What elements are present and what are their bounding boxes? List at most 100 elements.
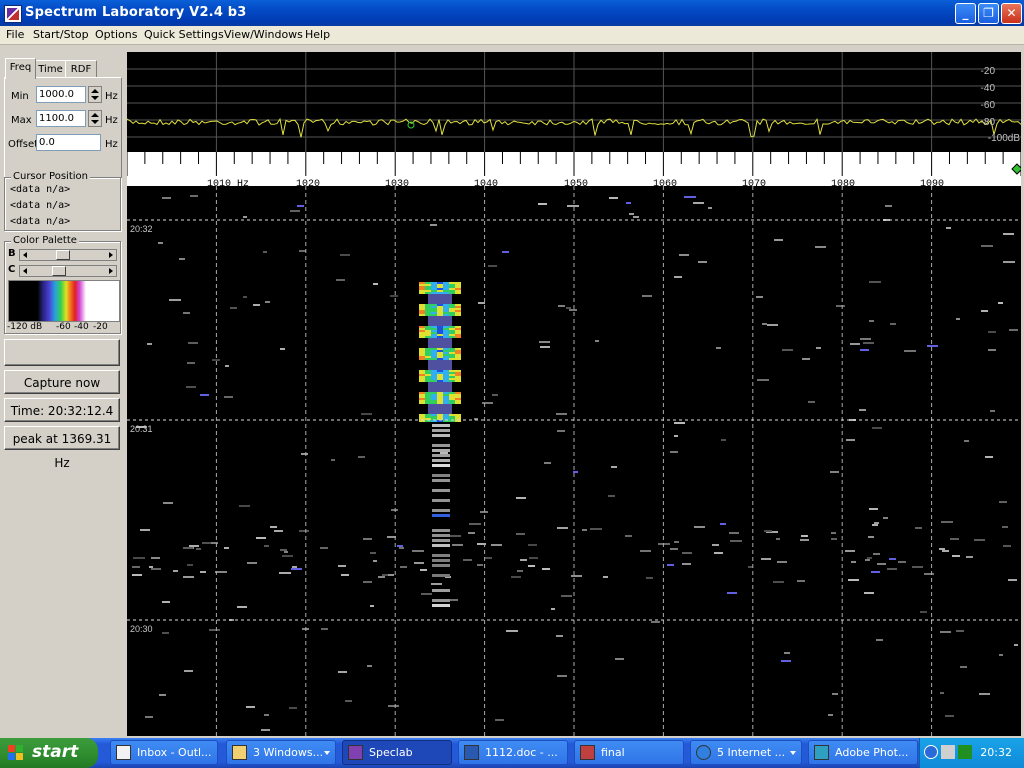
freq-label-1010: 1010 Hz [207, 179, 249, 190]
start-button[interactable]: start [0, 738, 98, 768]
noise-pixel [282, 555, 293, 557]
start-label: start [32, 742, 79, 762]
palette-scale-20: -20 [93, 322, 108, 332]
offset-input[interactable]: 0.0 [36, 134, 101, 151]
task-internet-explorer[interactable]: 5 Internet ... [690, 740, 802, 765]
signal-pixel [425, 352, 431, 354]
noise-pixel [640, 550, 651, 552]
signal-pixel [443, 282, 449, 284]
signal-pixel [425, 348, 431, 350]
tab-freq[interactable]: Freq [5, 58, 36, 79]
signal-pixel [437, 354, 443, 356]
brightness-slider[interactable] [19, 249, 117, 261]
signal-pixel [432, 459, 450, 462]
signal-pixel [428, 390, 452, 392]
noise-pixel [179, 258, 185, 260]
menu-view-windows[interactable]: View/Windows [224, 28, 303, 41]
spectrum-waterfall-canvas[interactable]: -20 -40 -60 -80 -100dB 1010 Hz 1020 1030… [126, 52, 1023, 736]
signal-pixel [443, 370, 449, 372]
task-word-doc[interactable]: 1112.doc - ... [458, 740, 568, 765]
control-panel: Freq Time RDF Min 1000.0 Hz Max 1100.0 H… [0, 52, 124, 736]
signal-pixel [428, 302, 452, 304]
signal-pixel [428, 300, 452, 302]
signal-pixel [443, 332, 449, 334]
min-freq-spinner[interactable] [88, 86, 102, 103]
task-inbox-outlook[interactable]: Inbox - Outl... [110, 740, 218, 765]
signal-pixel [419, 314, 425, 316]
signal-pixel [449, 334, 455, 336]
noise-pixel [915, 527, 922, 529]
menu-help[interactable]: Help [305, 28, 330, 41]
app-icon[interactable] [4, 5, 22, 23]
time-display-button[interactable]: Time: 20:32:12.4 [4, 398, 120, 422]
noise-pixel [538, 203, 547, 205]
freq-label-1080: 1080 [831, 179, 855, 190]
palette-scale-60: -60 [56, 322, 71, 332]
noise-pixel [757, 379, 769, 381]
signal-pixel [425, 282, 431, 284]
menu-options[interactable]: Options [95, 28, 137, 41]
signal-pixel [419, 402, 425, 404]
noise-pixel [567, 205, 579, 207]
signal-pixel [449, 416, 455, 418]
signal-pixel [431, 292, 437, 294]
signal-pixel [425, 336, 431, 338]
menu-file[interactable]: File [6, 28, 24, 41]
minimize-button[interactable]: _ [955, 3, 976, 24]
signal-pixel [419, 378, 425, 380]
noise-pixel [363, 538, 372, 540]
noise-pixel [336, 279, 345, 281]
brightness-slider-thumb[interactable] [56, 250, 70, 260]
task-speclab[interactable]: Speclab [342, 740, 452, 765]
menu-start-stop[interactable]: Start/Stop [33, 28, 89, 41]
signal-pixel [437, 350, 443, 352]
noise-pixel [540, 346, 550, 348]
spectrum-display[interactable]: -20 -40 -60 -80 -100dB 1010 Hz 1020 1030… [126, 52, 1023, 736]
noise-pixel [877, 563, 886, 565]
tray-app-icon[interactable] [958, 745, 972, 759]
noise-pixel [802, 358, 810, 360]
tab-rdf[interactable]: RDF [65, 60, 97, 78]
signal-pixel [425, 392, 431, 394]
max-freq-spinner[interactable] [88, 110, 102, 127]
signal-pixel [428, 342, 452, 344]
noise-pixel [782, 349, 793, 351]
task-adobe-photoshop[interactable]: Adobe Phot... [808, 740, 918, 765]
noise-pixel [452, 544, 463, 546]
signal-pixel [428, 320, 452, 322]
signal-pixel [455, 372, 461, 374]
noise-pixel [321, 628, 328, 630]
contrast-slider-thumb[interactable] [52, 266, 66, 276]
peak-display-button[interactable]: peak at 1369.31 Hz [4, 426, 120, 470]
min-freq-input[interactable]: 1000.0 [36, 86, 86, 103]
menu-quick-settings[interactable]: Quick Settings [144, 28, 224, 41]
task-windows-group[interactable]: 3 Windows... [226, 740, 336, 765]
db-label-20: -20 [981, 66, 996, 77]
signal-pixel [455, 356, 461, 358]
noise-pixel [801, 535, 808, 537]
noise-pixel [388, 705, 399, 707]
signal-pixel [431, 348, 437, 350]
close-button[interactable]: ✕ [1001, 3, 1022, 24]
noise-pixel [698, 261, 707, 263]
task-final[interactable]: final [574, 740, 684, 765]
noise-pixel [670, 548, 678, 550]
blank-button[interactable] [4, 339, 120, 366]
signal-pixel [428, 412, 452, 414]
tab-time[interactable]: Time [35, 60, 66, 78]
noise-pixel [502, 251, 509, 253]
network-icon[interactable] [941, 745, 955, 759]
photoshop-icon [814, 745, 829, 760]
max-freq-input[interactable]: 1100.0 [36, 110, 86, 127]
tray-expand-icon[interactable] [924, 745, 938, 759]
noise-pixel [297, 205, 304, 207]
signal-pixel [443, 372, 449, 374]
contrast-slider[interactable] [19, 265, 117, 277]
restore-button[interactable]: ❐ [978, 3, 999, 24]
color-palette-bar[interactable] [8, 280, 120, 322]
noise-pixel [387, 536, 396, 538]
noise-pixel [727, 592, 737, 594]
noise-pixel [885, 205, 892, 207]
noise-pixel [516, 497, 526, 499]
capture-now-button[interactable]: Capture now [4, 370, 120, 394]
